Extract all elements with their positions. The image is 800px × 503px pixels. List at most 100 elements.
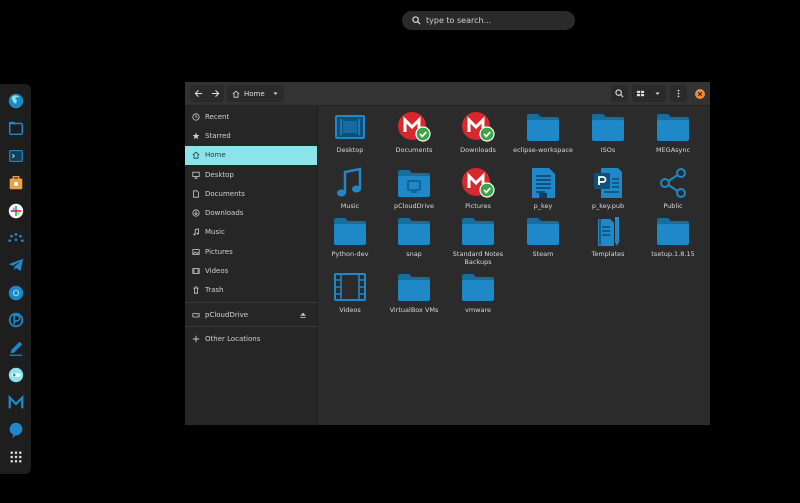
dock-dots-arc[interactable] — [5, 227, 27, 249]
file-item[interactable]: Python-dev — [319, 215, 381, 258]
dock — [0, 84, 31, 474]
sidebar-item-label: Documents — [205, 189, 245, 198]
sidebar-item-pictures[interactable]: Pictures — [185, 242, 317, 261]
kebab-menu-icon — [677, 89, 680, 98]
headerbar: Home — [185, 82, 710, 106]
file-item[interactable]: pCloudDrive — [383, 167, 445, 210]
file-item[interactable]: Steam — [512, 215, 574, 258]
file-item[interactable]: snap — [383, 215, 445, 258]
file-item[interactable]: Downloads — [447, 111, 509, 154]
dock-telegram[interactable] — [5, 255, 27, 277]
dock-slack[interactable] — [5, 200, 27, 222]
dock-appcenter[interactable] — [5, 172, 27, 194]
share-icon — [655, 167, 691, 199]
mega-icon — [8, 394, 23, 408]
sidebar-item-other-locations[interactable]: Other Locations — [185, 329, 317, 348]
sidebar-item-label: Videos — [205, 267, 229, 276]
folder-remote-icon — [396, 167, 432, 199]
dock-applications[interactable] — [5, 446, 27, 468]
download-icon — [192, 209, 200, 217]
file-item[interactable]: Pictures — [447, 167, 509, 210]
sidebar-item-label: Music — [205, 228, 225, 237]
star-icon — [192, 132, 200, 140]
music-note-icon — [332, 167, 368, 199]
chevron-down-icon — [273, 92, 278, 95]
document-icon — [193, 190, 199, 198]
dock-terminal[interactable] — [5, 145, 27, 167]
forward-button[interactable] — [207, 85, 224, 102]
file-item[interactable]: Videos — [319, 271, 381, 314]
file-view: Desktop Documents Downloads eclipse-worksp… — [318, 106, 710, 425]
sidebar-item-videos[interactable]: Videos — [185, 261, 317, 280]
terminal-icon — [8, 149, 23, 162]
sidebar-item-pclouddrive[interactable]: pCloudDrive — [185, 305, 317, 324]
sidebar-item-home[interactable]: Home — [185, 145, 317, 165]
sidebar-item-recent[interactable]: Recent — [185, 107, 317, 126]
sidebar-item-label: Home — [205, 151, 226, 160]
search-bar[interactable] — [402, 11, 575, 30]
music-icon — [193, 228, 199, 236]
file-label: Steam — [532, 250, 554, 258]
file-label: Desktop — [336, 146, 364, 154]
search-input[interactable] — [426, 16, 566, 25]
file-item[interactable]: Templates — [577, 215, 639, 258]
file-item[interactable]: Standard Notes Backups — [447, 215, 509, 266]
close-icon — [697, 91, 703, 96]
file-label: VirtualBox VMs — [389, 306, 439, 314]
dock-text-editor[interactable] — [5, 337, 27, 359]
folder-icon — [525, 215, 561, 247]
chevron-down-icon — [655, 92, 660, 95]
dock-chromium[interactable] — [5, 282, 27, 304]
file-item[interactable]: Public — [642, 167, 704, 210]
file-item[interactable]: Music — [319, 167, 381, 210]
file-item[interactable]: Desktop — [319, 111, 381, 154]
folder-icon — [396, 271, 432, 303]
search-icon — [412, 16, 421, 25]
file-item[interactable]: ISOs — [577, 111, 639, 154]
search-button[interactable] — [611, 85, 628, 102]
grid-view-button[interactable] — [632, 85, 649, 102]
sidebar-item-desktop[interactable]: Desktop — [185, 165, 317, 184]
arrow-left-icon — [194, 89, 203, 98]
dock-firefox[interactable] — [5, 90, 27, 112]
file-item[interactable]: MEGAsync — [642, 111, 704, 154]
dock-pcloud[interactable] — [5, 309, 27, 331]
drive-icon — [192, 312, 200, 318]
sidebar-item-starred[interactable]: Starred — [185, 126, 317, 145]
sidebar-item-documents[interactable]: Documents — [185, 184, 317, 203]
home-icon — [232, 90, 240, 98]
header-tools — [611, 85, 705, 102]
path-bar[interactable]: Home — [227, 85, 284, 102]
grid-view-icon — [636, 90, 645, 97]
dock-chat[interactable] — [5, 419, 27, 441]
sidebar: Recent Starred Home Desktop Documents Do… — [185, 106, 318, 425]
picture-icon — [192, 248, 200, 255]
view-options-button[interactable] — [649, 85, 666, 102]
sidebar-item-trash[interactable]: Trash — [185, 281, 317, 300]
file-item[interactable]: tsetup.1.8.15 — [642, 215, 704, 258]
file-item[interactable]: Documents — [383, 111, 445, 154]
back-button[interactable] — [190, 85, 207, 102]
file-item[interactable]: p_key — [512, 167, 574, 210]
arrow-right-icon — [211, 89, 220, 98]
file-item[interactable]: eclipse-workspace — [512, 111, 574, 154]
file-item[interactable]: p_key.pub — [577, 167, 639, 210]
folder-desktop-icon — [332, 111, 368, 143]
plus-icon — [192, 335, 200, 343]
dock-mega[interactable] — [5, 392, 27, 414]
file-item[interactable]: VirtualBox VMs — [383, 271, 445, 314]
folder-icon — [590, 111, 626, 143]
close-button[interactable] — [695, 88, 705, 99]
video-icon — [192, 268, 200, 274]
eject-icon[interactable] — [299, 311, 307, 319]
sidebar-item-music[interactable]: Music — [185, 223, 317, 242]
text-editor-icon — [9, 341, 22, 356]
dock-settings[interactable] — [5, 364, 27, 386]
settings-icon — [8, 367, 23, 383]
sidebar-item-downloads[interactable]: Downloads — [185, 203, 317, 222]
dock-files[interactable] — [5, 117, 27, 139]
file-item[interactable]: vmware — [447, 271, 509, 314]
home-icon — [192, 151, 200, 159]
menu-button[interactable] — [670, 85, 687, 102]
file-label: vmware — [464, 306, 491, 314]
